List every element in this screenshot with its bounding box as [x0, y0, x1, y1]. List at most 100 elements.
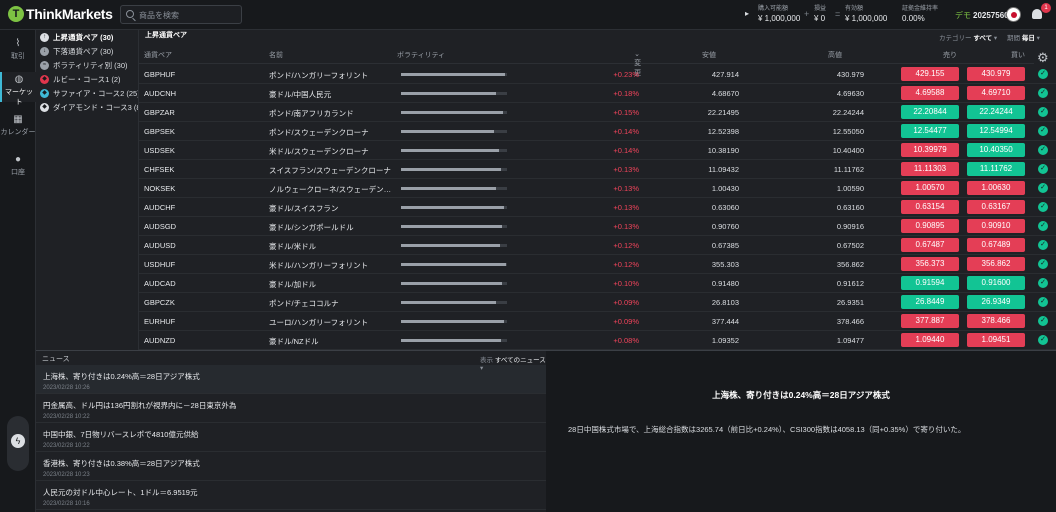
sapphire-icon: ◆	[40, 88, 49, 98]
row-low: 1.00430	[711, 184, 739, 193]
play-icon[interactable]: ▸	[745, 9, 749, 18]
sell-button[interactable]: 26.8449	[901, 295, 959, 309]
table-row[interactable]: USDHUF 米ドル/ハンガリーフォリント +0.12% 355.303 356.862…	[139, 255, 1056, 274]
table-row[interactable]: GBPHUF ポンド/ハンガリーフォリント +0.23% 427.914 430.979…	[139, 65, 1056, 84]
check-icon[interactable]: ✓	[1038, 88, 1048, 98]
check-icon[interactable]: ✓	[1038, 107, 1048, 117]
buy-button[interactable]: 1.09451	[967, 333, 1025, 347]
check-icon[interactable]: ✓	[1038, 335, 1048, 345]
table-row[interactable]: CHFSEK スイスフラン/スウェーデンクローナ +0.13% 11.09432 11.…	[139, 160, 1056, 179]
search-input[interactable]: 商品を検索	[120, 5, 242, 24]
buy-button[interactable]: 1.00630	[967, 181, 1025, 195]
buy-button[interactable]: 4.69710	[967, 86, 1025, 100]
sell-button[interactable]: 356.373	[901, 257, 959, 271]
sell-button[interactable]: 377.887	[901, 314, 959, 328]
category-item[interactable]: ◆ ルビー・コース1 (2)	[36, 72, 138, 86]
period-filter[interactable]: 期間 毎日 ▾	[1007, 32, 1040, 42]
table-row[interactable]: AUDCNH 豪ドル/中国人民元 +0.18% 4.68670 4.69630 4.695…	[139, 84, 1056, 103]
check-icon[interactable]: ✓	[1038, 297, 1048, 307]
buy-button[interactable]: 0.63167	[967, 200, 1025, 214]
check-icon[interactable]: ✓	[1038, 316, 1048, 326]
col-volatility[interactable]: ボラティリティ	[397, 50, 445, 60]
bell-icon[interactable]	[1032, 9, 1042, 19]
category-filter[interactable]: カテゴリー すべて ▾	[939, 32, 997, 42]
news-item[interactable]: 香港株、寄り付きは0.38%高＝28日アジア株式 2023/02/28 10:23	[36, 452, 546, 481]
check-icon[interactable]: ✓	[1038, 126, 1048, 136]
table-row[interactable]: EURHUF ユーロ/ハンガリーフォリント +0.09% 377.444 378.466…	[139, 312, 1056, 331]
table-row[interactable]: AUDUSD 豪ドル/米ドル +0.12% 0.67385 0.67502 0.67487…	[139, 236, 1056, 255]
check-icon[interactable]: ✓	[1038, 240, 1048, 250]
sell-button[interactable]: 0.90895	[901, 219, 959, 233]
buy-button[interactable]: 378.466	[967, 314, 1025, 328]
account-selector[interactable]: デモ 20257560	[955, 10, 1009, 21]
category-item[interactable]: ↓ 下落通貨ペア (30)	[36, 44, 138, 58]
sell-button[interactable]: 11.11303	[901, 162, 959, 176]
sell-button[interactable]: 1.00570	[901, 181, 959, 195]
check-icon[interactable]: ✓	[1038, 145, 1048, 155]
col-name[interactable]: 名前	[269, 50, 283, 60]
news-filter[interactable]: 表示 すべてのニュース ▾	[480, 354, 546, 372]
buy-button[interactable]: 22.24244	[967, 105, 1025, 119]
buy-button[interactable]: 12.54994	[967, 124, 1025, 138]
category-item[interactable]: ↑ 上昇通貨ペア (30)	[36, 30, 138, 44]
table-row[interactable]: AUDCAD 豪ドル/加ドル +0.10% 0.91480 0.91612 0.91594…	[139, 274, 1056, 293]
check-icon[interactable]: ✓	[1038, 259, 1048, 269]
check-icon[interactable]: ✓	[1038, 183, 1048, 193]
category-item[interactable]: ◆ サファイア・コース2 (25)	[36, 86, 138, 100]
check-icon[interactable]: ✓	[1038, 221, 1048, 231]
col-change[interactable]: 変更 ⌄	[634, 50, 641, 77]
sell-button[interactable]: 0.67487	[901, 238, 959, 252]
gear-icon[interactable]: ⚙	[1037, 50, 1049, 66]
logo[interactable]: T ThinkMarkets	[8, 6, 113, 22]
news-item[interactable]: 中国中銀、7日物リバースレポで4810億元供給 2023/02/28 10:22	[36, 423, 546, 452]
col-symbol[interactable]: 通貨ペア	[144, 50, 172, 60]
table-row[interactable]: AUDCHF 豪ドル/スイスフラン +0.13% 0.63060 0.63160 0.63…	[139, 198, 1056, 217]
news-item[interactable]: 上海株、寄り付きは0.24%高＝28日アジア株式 2023/02/28 10:26	[36, 365, 546, 394]
category-item[interactable]: ≈ ボラティリティ別 (30)	[36, 58, 138, 72]
sell-button[interactable]: 10.39979	[901, 143, 959, 157]
buy-button[interactable]: 356.862	[967, 257, 1025, 271]
sell-button[interactable]: 0.63154	[901, 200, 959, 214]
buy-button[interactable]: 0.67489	[967, 238, 1025, 252]
table-row[interactable]: GBPCZK ポンド/チェココルナ +0.09% 26.8103 26.9351 26.8…	[139, 293, 1056, 312]
check-icon[interactable]: ✓	[1038, 164, 1048, 174]
table-row[interactable]: AUDSGD 豪ドル/シンガポールドル +0.13% 0.90760 0.90916 0.…	[139, 217, 1056, 236]
news-item[interactable]: 円金属高、ドル円は136円割れが視界内に－28日東京外為 2023/02/28 1…	[36, 394, 546, 423]
category-item[interactable]: ◆ ダイアモンド・コース3 (8)	[36, 100, 138, 114]
check-icon[interactable]: ✓	[1038, 278, 1048, 288]
sell-button[interactable]: 429.155	[901, 67, 959, 81]
news-item[interactable]: 人民元の対ドル中心レート、1ドル＝6.9519元 2023/02/28 10:16	[36, 481, 546, 510]
japan-flag-icon[interactable]	[1006, 7, 1021, 22]
nav-trade[interactable]: ⌇ 取引	[0, 36, 36, 66]
buy-button[interactable]: 26.9349	[967, 295, 1025, 309]
sell-button[interactable]: 4.69588	[901, 86, 959, 100]
quick-trade-toggle[interactable]: ϟ	[7, 416, 29, 471]
table-row[interactable]: GBPZAR ポンド/南アフリカランド +0.15% 22.21495 22.24244…	[139, 103, 1056, 122]
check-icon[interactable]: ✓	[1038, 202, 1048, 212]
buy-button[interactable]: 430.979	[967, 67, 1025, 81]
sell-button[interactable]: 1.09440	[901, 333, 959, 347]
nav-market[interactable]: ◍ マーケット	[0, 72, 36, 106]
volatility-fill	[401, 301, 497, 304]
table-row[interactable]: AUDNZD 豪ドル/NZドル +0.08% 1.09352 1.09477 1.0944…	[139, 331, 1056, 350]
sell-button[interactable]: 12.54477	[901, 124, 959, 138]
check-icon[interactable]: ✓	[1038, 69, 1048, 79]
col-high[interactable]: 高値	[828, 50, 842, 60]
table-row[interactable]: GBPSEK ポンド/スウェーデンクローナ +0.14% 12.52398 12.550…	[139, 122, 1056, 141]
sell-button[interactable]: 22.20844	[901, 105, 959, 119]
buy-button[interactable]: 11.11762	[967, 162, 1025, 176]
table-row[interactable]: NOKSEK ノルウェークローネ/スウェーデン… +0.13% 1.00430 1.00…	[139, 179, 1056, 198]
row-symbol: GBPZAR	[144, 108, 175, 117]
row-symbol: AUDSGD	[144, 222, 177, 231]
col-sell[interactable]: 売り	[943, 50, 957, 60]
col-buy[interactable]: 買い	[1011, 50, 1025, 60]
table-row[interactable]: USDSEK 米ドル/スウェーデンクローナ +0.14% 10.38190 10.404…	[139, 141, 1056, 160]
sell-button[interactable]: 0.91594	[901, 276, 959, 290]
buy-button[interactable]: 0.90910	[967, 219, 1025, 233]
nav-account[interactable]: ● 口座	[0, 152, 36, 182]
nav-calendar[interactable]: ▦ カレンダー	[0, 112, 36, 142]
col-low[interactable]: 安値	[702, 50, 716, 60]
buy-button[interactable]: 10.40350	[967, 143, 1025, 157]
buy-button[interactable]: 0.91600	[967, 276, 1025, 290]
row-name: 豪ドル/中国人民元	[269, 90, 332, 99]
